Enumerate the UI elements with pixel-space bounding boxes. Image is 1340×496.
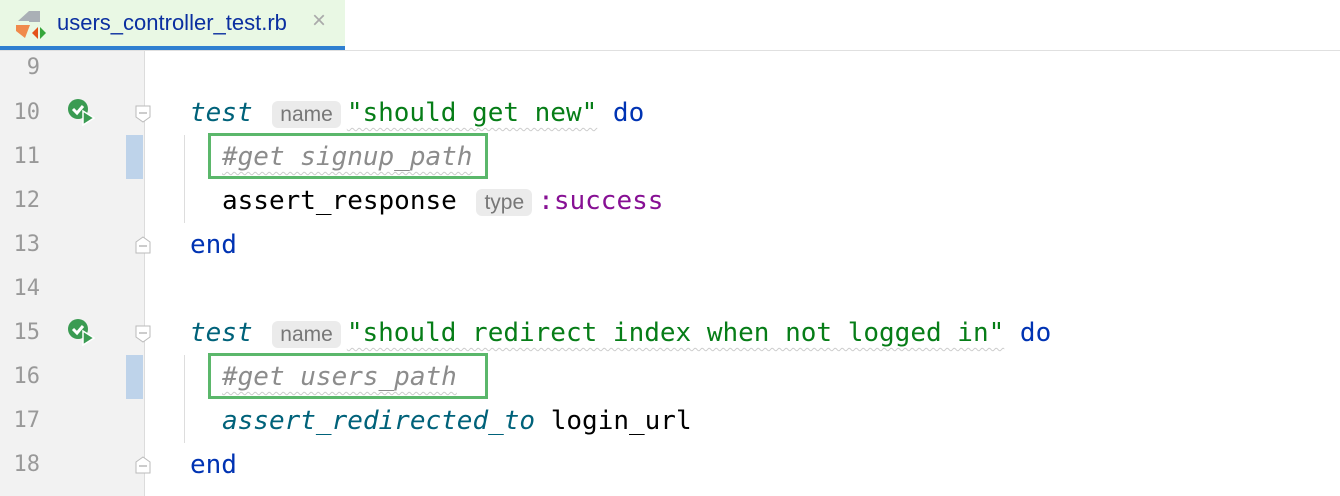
fold-end-icon[interactable]: [135, 456, 151, 474]
test-keyword: test: [190, 98, 253, 128]
test-keyword: test: [190, 318, 253, 348]
method-call: assert_redirected_to: [222, 406, 536, 436]
code-line-18: 18 end: [0, 443, 1340, 487]
line-number: 9: [26, 55, 40, 80]
tab-users-controller-test[interactable]: users_controller_test.rb ×: [0, 0, 345, 50]
parameter-hint: name: [272, 101, 341, 128]
line-number: 11: [13, 144, 41, 169]
argument: login_url: [550, 406, 692, 436]
line-number: 15: [13, 320, 41, 345]
string-literal: "should redirect index when not logged i…: [346, 318, 1005, 348]
code-line-16: 16 #get users_path: [0, 355, 1340, 399]
symbol-literal: :success: [538, 186, 664, 216]
line-number: 10: [13, 100, 41, 125]
ruby-test-file-icon: [16, 11, 46, 39]
code-line-13: 13 end: [0, 223, 1340, 267]
end-keyword: end: [190, 230, 237, 260]
method-call: assert_response: [222, 186, 457, 216]
do-keyword: do: [612, 98, 645, 128]
fold-collapse-icon[interactable]: [135, 105, 151, 123]
highlight-box: [208, 353, 488, 399]
end-keyword: end: [190, 450, 237, 480]
code-line-14: 14: [0, 267, 1340, 311]
code-line-11: 11 #get signup_path: [0, 135, 1340, 179]
run-test-icon[interactable]: [66, 317, 96, 347]
highlight-box: [208, 133, 488, 179]
line-number: 17: [13, 408, 41, 433]
fold-collapse-icon[interactable]: [135, 325, 151, 343]
parameter-hint: type: [476, 189, 533, 216]
code-line-10: 10 test name "should get new" do: [0, 91, 1340, 135]
line-number: 18: [13, 452, 41, 477]
line-number: 16: [13, 364, 41, 389]
do-keyword: do: [1019, 318, 1052, 348]
line-number: 12: [13, 188, 41, 213]
run-test-icon[interactable]: [66, 97, 96, 127]
fold-end-icon[interactable]: [135, 236, 151, 254]
parameter-hint: name: [272, 321, 341, 348]
string-literal: "should get new": [346, 98, 598, 128]
tab-label: users_controller_test.rb: [57, 10, 287, 35]
line-number: 14: [13, 276, 41, 301]
code-line-17: 17 assert_redirected_to login_url: [0, 399, 1340, 443]
code-line-9: 9: [0, 46, 1340, 90]
line-number: 13: [13, 232, 41, 257]
code-line-12: 12 assert_response type:success: [0, 179, 1340, 223]
editor-tab-bar: users_controller_test.rb ×: [0, 0, 1340, 51]
close-tab-icon[interactable]: ×: [312, 7, 326, 35]
code-line-15: 15 test name "should redirect index when …: [0, 311, 1340, 355]
